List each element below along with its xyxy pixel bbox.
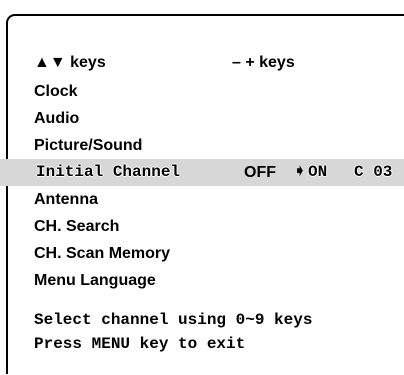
menu-item-menu-language[interactable]: Menu Language: [0, 267, 404, 294]
channel-value[interactable]: C 03: [354, 159, 392, 186]
selection-arrow-icon: ➧: [294, 164, 306, 180]
menu-item-clock[interactable]: Clock: [0, 78, 404, 105]
menu-item-label: Initial Channel: [36, 163, 181, 181]
menu-item-audio[interactable]: Audio: [0, 105, 404, 132]
menu-item-label: Clock: [34, 83, 78, 100]
menu-item-ch-scan-memory[interactable]: CH. Scan Memory: [0, 240, 404, 267]
menu-item-initial-channel[interactable]: Initial Channel OFF ➧ ON C 03: [0, 159, 404, 186]
adjust-keys-hint: – + keys: [232, 54, 295, 71]
menu-item-label: CH. Search: [34, 218, 120, 235]
menu-item-label: Menu Language: [34, 272, 156, 289]
help-text-select-channel: Select channel using 0~9 keys: [34, 311, 313, 329]
menu-item-label: CH. Scan Memory: [34, 245, 171, 262]
option-off[interactable]: OFF: [244, 159, 276, 186]
menu-item-label: Audio: [34, 110, 80, 127]
setup-menu: Clock Audio Picture/Sound Initial Channe…: [0, 78, 404, 294]
menu-item-label: Picture/Sound: [34, 137, 143, 154]
menu-item-label: Antenna: [34, 191, 98, 208]
menu-item-picture-sound[interactable]: Picture/Sound: [0, 132, 404, 159]
menu-item-ch-search[interactable]: CH. Search: [0, 213, 404, 240]
nav-keys-hint: ▲▼ keys: [34, 54, 106, 71]
menu-item-antenna[interactable]: Antenna: [0, 186, 404, 213]
help-text-exit: Press MENU key to exit: [34, 335, 246, 353]
option-on[interactable]: ON: [308, 159, 327, 186]
key-legend: ▲▼ keys – + keys: [0, 54, 404, 74]
